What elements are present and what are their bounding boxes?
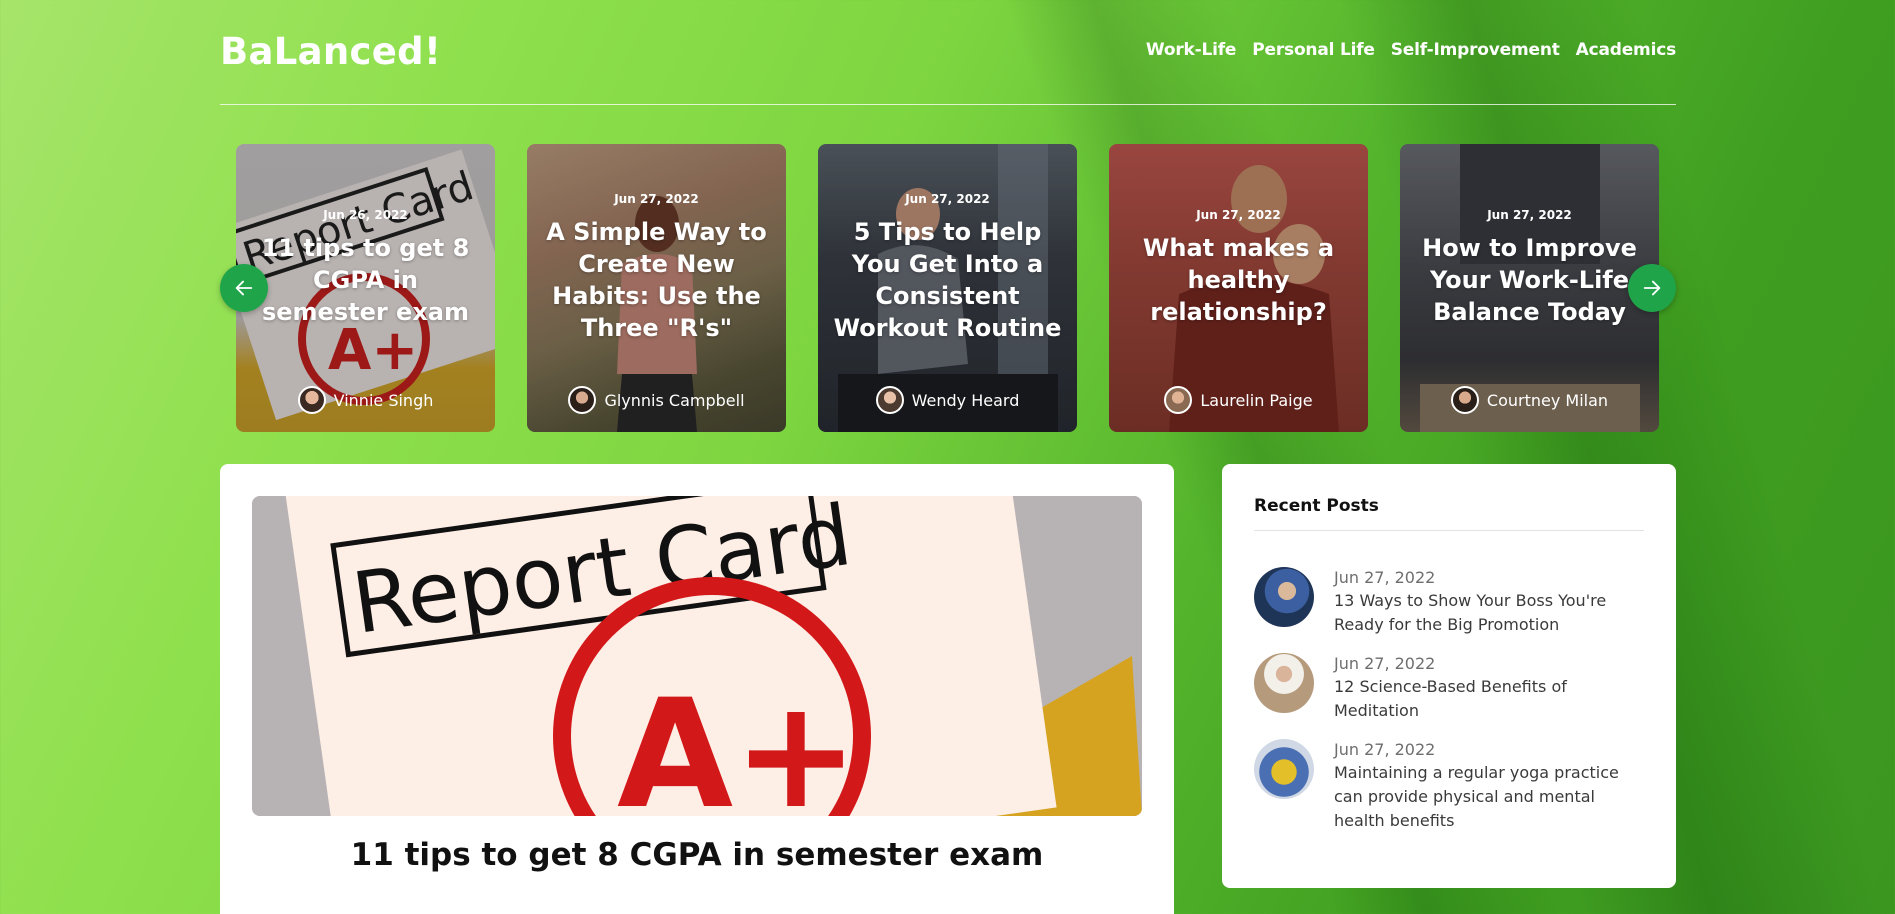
card-title[interactable]: How to Improve Your Work-Life Balance To… [1414, 232, 1645, 328]
card-title[interactable]: What makes a healthy relationship? [1123, 232, 1354, 328]
recent-posts-heading: Recent Posts [1254, 496, 1644, 531]
main-nav: Work-Life Personal Life Self-Improvement… [1146, 40, 1676, 60]
nav-item-personal-life[interactable]: Personal Life [1252, 40, 1375, 60]
avatar [1164, 386, 1193, 414]
card-date: Jun 26, 2022 [323, 208, 408, 222]
card-title[interactable]: 5 Tips to Help You Get Into a Consistent… [832, 216, 1063, 344]
card-date: Jun 27, 2022 [1487, 208, 1572, 222]
recent-post-item[interactable]: Jun 27, 2022 12 Science-Based Benefits o… [1254, 653, 1644, 723]
site-header: BaLanced! Work-Life Personal Life Self-I… [220, 0, 1676, 105]
post-title: 13 Ways to Show Your Boss You're Ready f… [1334, 591, 1607, 634]
card-date: Jun 27, 2022 [614, 192, 699, 206]
nav-item-work-life[interactable]: Work-Life [1146, 40, 1237, 60]
site-logo[interactable]: BaLanced! [220, 30, 441, 73]
carousel-card[interactable]: Jun 27, 2022 A Simple Way to Create New … [527, 144, 786, 432]
post-date: Jun 27, 2022 [1334, 740, 1436, 759]
author-name: Courtney Milan [1486, 390, 1609, 410]
nav-item-academics[interactable]: Academics [1576, 40, 1677, 60]
card-author[interactable]: Glynnis Campbell [527, 386, 786, 414]
post-thumbnail [1254, 653, 1314, 713]
post-title: 12 Science-Based Benefits of Meditation [1334, 677, 1567, 720]
arrow-right-icon [1643, 280, 1661, 296]
carousel-prev-button[interactable] [220, 264, 268, 312]
avatar [1450, 386, 1479, 414]
article-hero-image: Report Card A+ [252, 496, 1142, 816]
hero-image-grade: A+ [617, 668, 859, 816]
featured-carousel: Report Card A+ Jun 26, 2022 11 tips to g… [220, 144, 1676, 432]
card-author[interactable]: Laurelin Paige [1109, 386, 1368, 414]
carousel-card[interactable]: Report Card A+ Jun 26, 2022 11 tips to g… [236, 144, 495, 432]
avatar [297, 386, 326, 414]
post-thumbnail [1254, 567, 1314, 627]
carousel-next-button[interactable] [1628, 264, 1676, 312]
author-name: Vinnie Singh [333, 390, 434, 410]
article-panel: Report Card A+ 11 tips to get 8 CGPA in … [220, 464, 1174, 914]
carousel-card[interactable]: Jun 27, 2022 What makes a healthy relati… [1109, 144, 1368, 432]
post-date: Jun 27, 2022 [1334, 654, 1436, 673]
carousel-card[interactable]: Jun 27, 2022 5 Tips to Help You Get Into… [818, 144, 1077, 432]
nav-item-self-improvement[interactable]: Self-Improvement [1391, 40, 1560, 60]
card-date: Jun 27, 2022 [1196, 208, 1281, 222]
card-author[interactable]: Vinnie Singh [236, 386, 495, 414]
avatar [875, 386, 904, 414]
post-date: Jun 27, 2022 [1334, 568, 1436, 587]
card-title[interactable]: A Simple Way to Create New Habits: Use t… [541, 216, 772, 344]
card-author[interactable]: Wendy Heard [818, 386, 1077, 414]
author-name: Wendy Heard [911, 390, 1020, 410]
carousel-card[interactable]: Jun 27, 2022 How to Improve Your Work-Li… [1400, 144, 1659, 432]
article-title: 11 tips to get 8 CGPA in semester exam [350, 837, 1044, 873]
post-thumbnail [1254, 739, 1314, 799]
avatar [568, 386, 597, 414]
card-title[interactable]: 11 tips to get 8 CGPA in semester exam [250, 232, 481, 328]
author-name: Laurelin Paige [1200, 390, 1313, 410]
card-date: Jun 27, 2022 [905, 192, 990, 206]
card-author[interactable]: Courtney Milan [1400, 386, 1659, 414]
recent-post-item[interactable]: Jun 27, 2022 13 Ways to Show Your Boss Y… [1254, 567, 1644, 637]
author-name: Glynnis Campbell [604, 390, 745, 410]
recent-posts-panel: Recent Posts Jun 27, 2022 13 Ways to Sho… [1222, 464, 1676, 888]
recent-post-item[interactable]: Jun 27, 2022 Maintaining a regular yoga … [1254, 739, 1644, 833]
arrow-left-icon [235, 280, 253, 296]
post-title: Maintaining a regular yoga practice can … [1334, 763, 1619, 830]
